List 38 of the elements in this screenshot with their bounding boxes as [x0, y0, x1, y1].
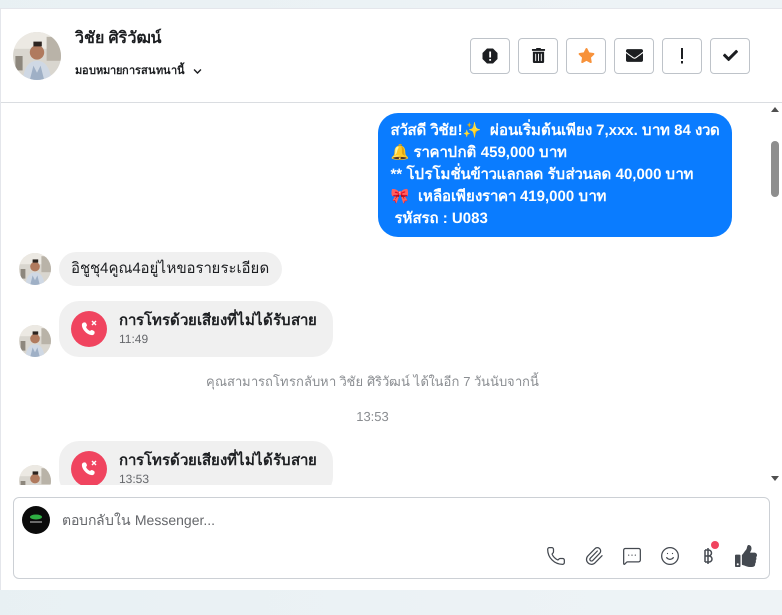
chat-bubble-icon: [622, 546, 642, 566]
call-status: การโทรด้วยเสียงที่ไม่ได้รับสาย: [119, 311, 317, 331]
call-status: การโทรด้วยเสียงที่ไม่ได้รับสาย: [119, 451, 317, 471]
star-icon: [578, 47, 594, 64]
baht-icon: [702, 546, 714, 566]
scrollbar-thumb[interactable]: [771, 141, 779, 197]
scroll-down-icon[interactable]: [771, 476, 779, 481]
call-button[interactable]: [545, 544, 567, 568]
like-button[interactable]: [735, 544, 757, 568]
outgoing-message: สวัสดี วิชัย!✨ ผ่อนเริ่มต้นเพียง 7,xxx. บาท 84 งวด 🔔 ราคาปกติ 459,000 บาท ** โปรโมชั่นข้าวแลกลด รับส่วนลด 40,000 บาท 🎀 เหลือเพียงราคา 419,000 บาท รหัสรถ : U083: [378, 113, 732, 237]
smiley-icon: [660, 546, 680, 566]
page-logo: [22, 506, 50, 534]
call-time: 13:53: [119, 471, 150, 485]
incoming-message: อิชูชุ4คูณ4อยู่ไหขอรายระเอียด: [59, 252, 282, 286]
scroll-up-icon[interactable]: [771, 107, 779, 112]
emoji-button[interactable]: [659, 544, 681, 568]
missed-call-icon: [71, 451, 107, 485]
envelope-icon: [626, 47, 642, 64]
trash-icon: [530, 48, 546, 63]
alert-octagon-icon: [481, 46, 499, 64]
spam-button[interactable]: [470, 38, 510, 74]
exclamation-icon: [680, 48, 684, 64]
assign-dropdown[interactable]: มอบหมายการสนทนานี้: [75, 63, 202, 80]
done-button[interactable]: [710, 38, 750, 74]
call-time: 11:49: [119, 331, 150, 347]
attach-button[interactable]: [583, 544, 605, 568]
phone-icon: [546, 546, 566, 566]
missed-call-icon: [71, 311, 107, 347]
unread-button[interactable]: [614, 38, 654, 74]
checkmark-icon: [722, 48, 738, 63]
timestamp: 13:53: [356, 408, 389, 426]
delete-button[interactable]: [518, 38, 558, 74]
star-button[interactable]: [566, 38, 606, 74]
paperclip-icon: [584, 546, 604, 566]
callback-notice: คุณสามารถโทรกลับหา วิชัย ศิริวัฒน์ ได้ในอีก 7 วันนับจากนี้: [206, 372, 540, 392]
thumbs-up-icon: [735, 545, 757, 567]
caret-icon: [193, 67, 202, 76]
contact-name: วิชัย ศิริวัฒน์: [75, 28, 162, 50]
